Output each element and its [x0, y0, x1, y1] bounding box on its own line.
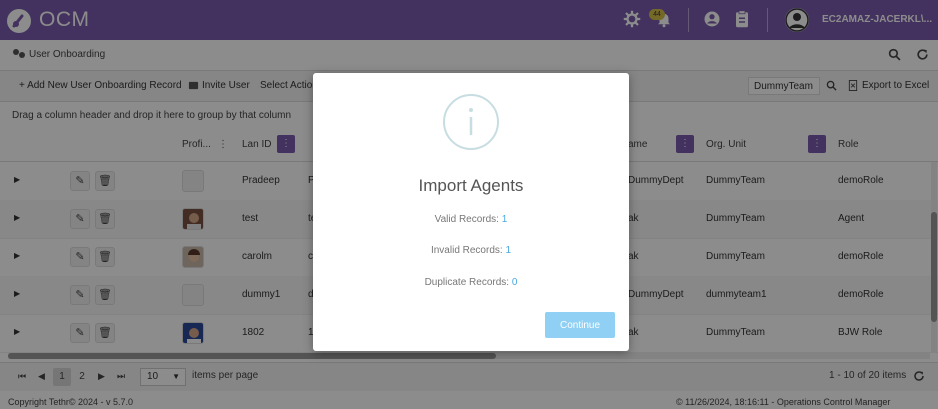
duplicate-records-label: Duplicate Records:	[424, 277, 510, 288]
valid-records-value: 1	[501, 214, 508, 225]
invalid-records-value: 1	[505, 245, 512, 256]
duplicate-records-stat: Duplicate Records: 0	[313, 277, 629, 288]
info-icon	[442, 93, 500, 151]
import-agents-dialog: Import Agents Valid Records: 1 Invalid R…	[313, 73, 629, 351]
valid-records-label: Valid Records:	[434, 214, 499, 225]
invalid-records-stat: Invalid Records: 1	[313, 245, 629, 256]
dialog-title: Import Agents	[418, 176, 524, 195]
duplicate-records-value: 0	[511, 277, 518, 288]
valid-records-stat: Valid Records: 1	[313, 214, 629, 225]
continue-button[interactable]: Continue	[545, 312, 615, 338]
invalid-records-label: Invalid Records:	[430, 245, 503, 256]
